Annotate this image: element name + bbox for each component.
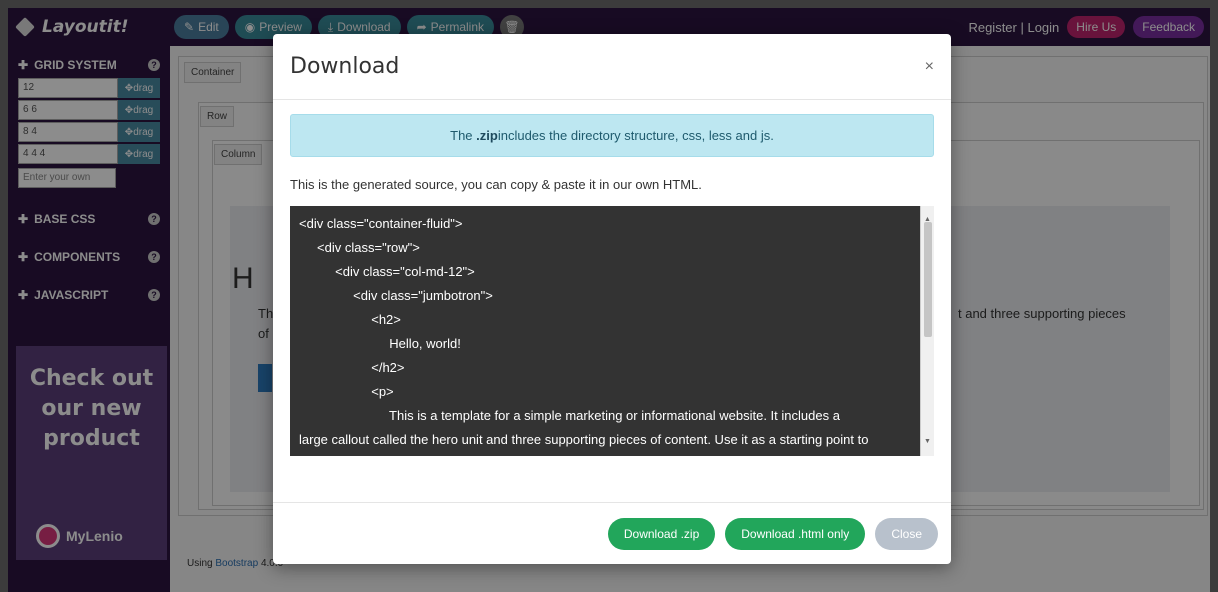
modal-footer: Download .zip Download .html only Close bbox=[273, 502, 951, 564]
info-suffix: includes the directory structure, css, l… bbox=[497, 128, 774, 143]
code-line: <div class="row"> bbox=[299, 240, 420, 255]
code-line: </h2> bbox=[299, 360, 405, 375]
code-line: <p> bbox=[299, 384, 394, 399]
code-scrollbar[interactable]: ▲ ▼ bbox=[920, 206, 934, 456]
modal-body: The .zip includes the directory structur… bbox=[273, 100, 951, 470]
info-prefix: The bbox=[450, 128, 473, 143]
scroll-thumb[interactable] bbox=[924, 222, 932, 337]
source-code-textarea[interactable]: <div class="container-fluid"> <div class… bbox=[290, 206, 934, 456]
close-button[interactable]: Close bbox=[875, 517, 938, 550]
modal-header: Download × bbox=[273, 34, 951, 100]
zip-info-alert: The .zip includes the directory structur… bbox=[290, 114, 934, 157]
code-line: This is a template for a simple marketin… bbox=[299, 408, 840, 423]
scroll-down-icon[interactable]: ▼ bbox=[924, 430, 931, 454]
code-line: <div class="jumbotron"> bbox=[299, 288, 493, 303]
close-icon[interactable]: × bbox=[925, 58, 934, 76]
code-line: Hello, world! bbox=[299, 336, 461, 351]
download-modal: Download × The .zip includes the directo… bbox=[273, 34, 951, 564]
modal-title: Download bbox=[290, 54, 400, 79]
info-bold: .zip bbox=[476, 128, 498, 143]
source-description: This is the generated source, you can co… bbox=[290, 177, 702, 192]
code-line: <div class="container-fluid"> bbox=[299, 216, 463, 231]
code-line: large callout called the hero unit and t… bbox=[299, 432, 869, 447]
code-line: <h2> bbox=[299, 312, 401, 327]
code-line: <div class="col-md-12"> bbox=[299, 264, 475, 279]
download-html-button[interactable]: Download .html only bbox=[725, 517, 866, 550]
download-zip-button[interactable]: Download .zip bbox=[607, 517, 716, 550]
